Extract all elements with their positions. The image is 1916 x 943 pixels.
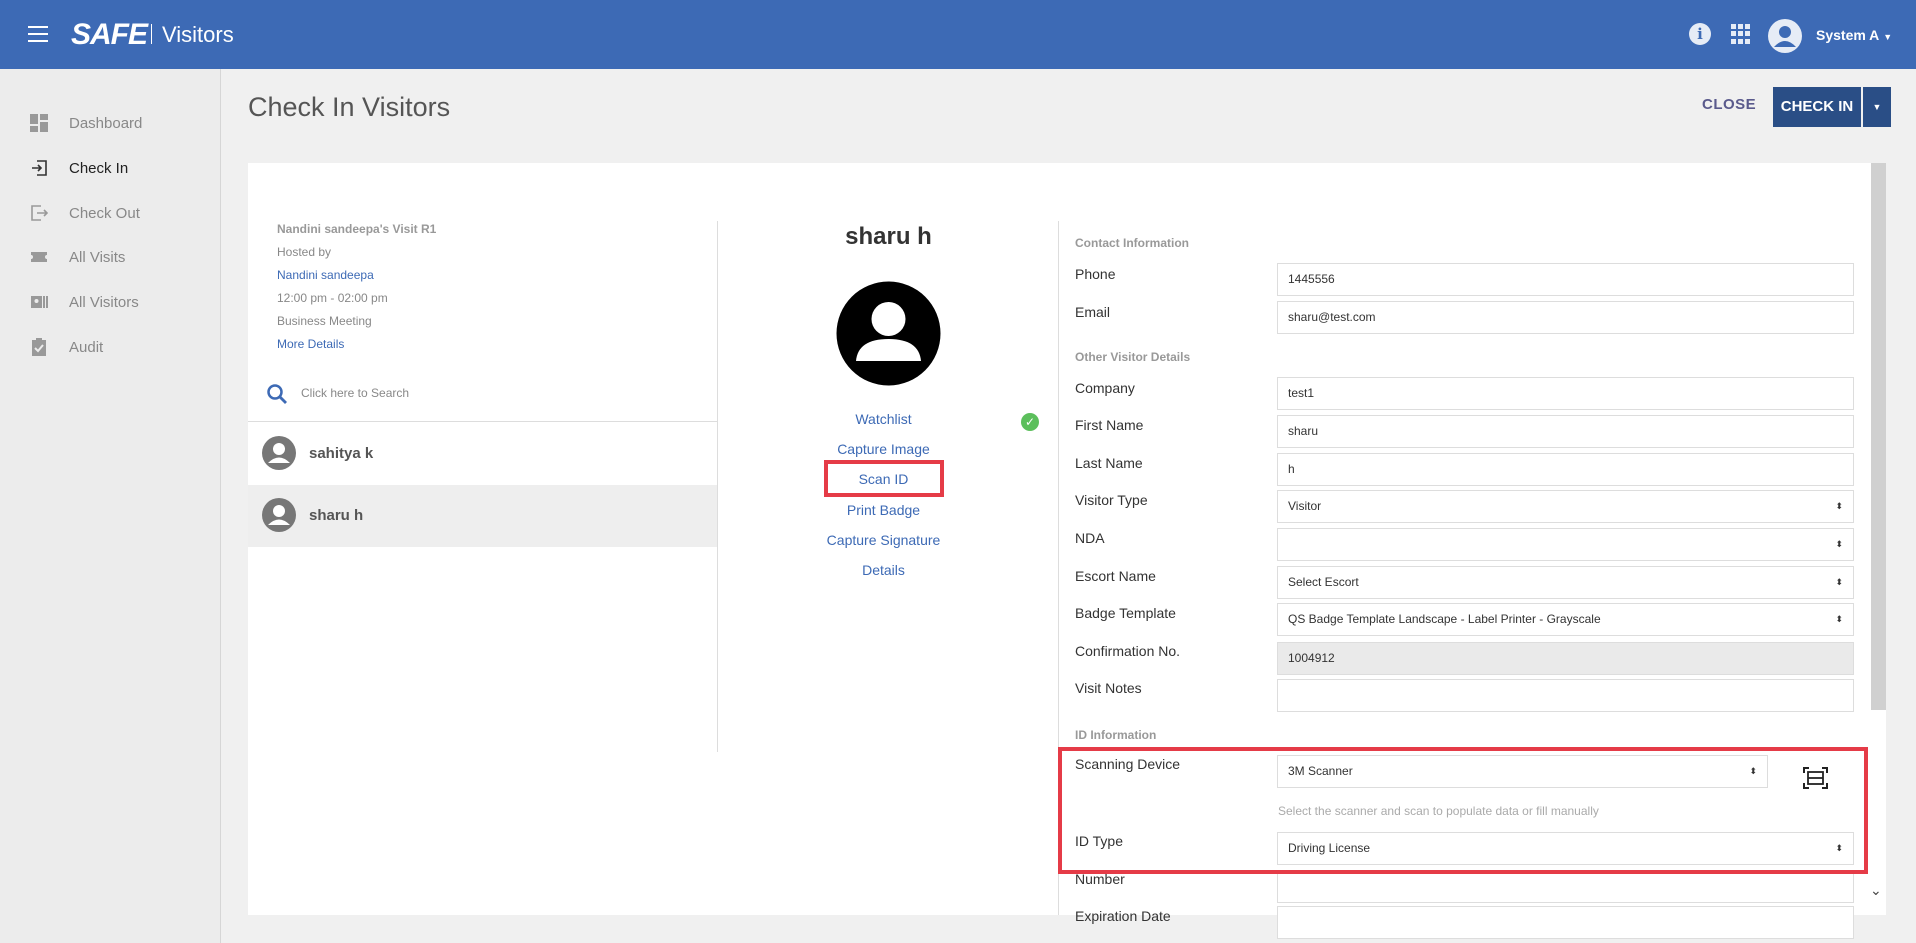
profile-name: sharu h bbox=[845, 223, 932, 250]
search-input[interactable]: Click here to Search bbox=[301, 386, 409, 400]
logout-icon bbox=[31, 205, 48, 221]
ticket-icon bbox=[31, 252, 47, 262]
visitor-name: sharu h bbox=[309, 507, 364, 524]
phone-field[interactable]: 1445556 bbox=[1277, 263, 1854, 296]
highlight-box bbox=[1058, 747, 1868, 874]
print-badge-link[interactable]: Print Badge bbox=[780, 502, 987, 518]
visit-title: Nandini sandeepa's Visit R1 bbox=[277, 222, 437, 236]
visit-type: Business Meeting bbox=[277, 314, 372, 328]
user-name: System A bbox=[1816, 27, 1880, 43]
section-title: ID Information bbox=[1075, 728, 1157, 742]
company-field[interactable]: test1 bbox=[1277, 377, 1854, 410]
search-icon[interactable] bbox=[266, 383, 288, 405]
close-button[interactable]: CLOSE bbox=[1702, 96, 1756, 113]
field-label: Expiration Date bbox=[1075, 908, 1171, 924]
field-label: Confirmation No. bbox=[1075, 643, 1181, 659]
sort-arrows-icon: ⬍ bbox=[1835, 539, 1843, 549]
select-value: Visitor bbox=[1288, 499, 1322, 513]
caret-down-icon: ▼ bbox=[1872, 102, 1882, 112]
sidebar-item-label: Audit bbox=[69, 339, 104, 356]
field-label: Last Name bbox=[1075, 455, 1143, 471]
check-in-button[interactable]: CHECK IN bbox=[1773, 87, 1861, 127]
section-title: Contact Information bbox=[1075, 236, 1189, 250]
sidebar: Dashboard Check In Check Out All Visits … bbox=[0, 69, 221, 943]
sidebar-item-dashboard[interactable]: Dashboard bbox=[0, 103, 221, 143]
sort-arrows-icon: ⬍ bbox=[1835, 577, 1843, 587]
last-name-field[interactable]: h bbox=[1277, 453, 1854, 486]
email-field[interactable]: sharu@test.com bbox=[1277, 301, 1854, 334]
visitor-list-item[interactable]: sharu h bbox=[248, 485, 718, 547]
expiration-date-field[interactable] bbox=[1277, 906, 1854, 939]
visitor-list-item[interactable]: sahitya k bbox=[248, 423, 718, 485]
badge-template-select[interactable]: QS Badge Template Landscape - Label Prin… bbox=[1277, 603, 1854, 636]
chevron-down-icon[interactable]: ⌄ bbox=[1870, 882, 1882, 899]
highlight-box bbox=[824, 460, 944, 497]
visitor-name: sahitya k bbox=[309, 445, 374, 462]
sidebar-item-label: Dashboard bbox=[69, 115, 143, 132]
sidebar-item-check-in[interactable]: Check In bbox=[0, 148, 221, 188]
user-menu[interactable]: System A ▼ bbox=[1816, 27, 1892, 43]
visit-info: Nandini sandeepa's Visit R1 Hosted by Na… bbox=[277, 221, 436, 359]
avatar-icon bbox=[262, 498, 296, 532]
field-label: Phone bbox=[1075, 266, 1116, 282]
field-label: Escort Name bbox=[1075, 568, 1156, 584]
confirmation-number-field: 1004912 bbox=[1277, 642, 1854, 675]
divider bbox=[248, 421, 718, 422]
visitor-type-select[interactable]: Visitor ⬍ bbox=[1277, 490, 1854, 523]
page-title: Check In Visitors bbox=[248, 92, 451, 122]
id-card-icon bbox=[31, 296, 48, 308]
number-field[interactable] bbox=[1277, 870, 1854, 903]
user-avatar-icon[interactable] bbox=[1768, 19, 1802, 53]
nda-select[interactable]: ⬍ bbox=[1277, 528, 1854, 561]
top-bar: SAFE Visitors i System A ▼ bbox=[0, 0, 1916, 69]
sidebar-item-label: All Visitors bbox=[69, 294, 139, 311]
field-label: Badge Template bbox=[1075, 605, 1176, 621]
sidebar-item-all-visitors[interactable]: All Visitors bbox=[0, 282, 221, 322]
field-label: Visit Notes bbox=[1075, 680, 1142, 696]
hosted-by-label: Hosted by bbox=[277, 245, 332, 259]
clipboard-check-icon bbox=[32, 338, 46, 356]
sidebar-item-audit[interactable]: Audit bbox=[0, 327, 221, 367]
details-link[interactable]: Details bbox=[780, 562, 987, 578]
watchlist-link[interactable]: Watchlist bbox=[780, 411, 987, 427]
sort-arrows-icon: ⬍ bbox=[1835, 614, 1843, 624]
capture-signature-link[interactable]: Capture Signature bbox=[780, 532, 987, 548]
section-title: Other Visitor Details bbox=[1075, 350, 1191, 364]
field-label: First Name bbox=[1075, 417, 1144, 433]
first-name-field[interactable]: sharu bbox=[1277, 415, 1854, 448]
field-label: Company bbox=[1075, 380, 1135, 396]
visit-notes-field[interactable] bbox=[1277, 679, 1854, 712]
logo: SAFE bbox=[71, 18, 148, 51]
sidebar-item-label: All Visits bbox=[69, 249, 126, 266]
menu-icon[interactable] bbox=[28, 26, 48, 42]
select-value: QS Badge Template Landscape - Label Prin… bbox=[1288, 612, 1601, 626]
sidebar-item-label: Check Out bbox=[69, 205, 140, 222]
visit-time: 12:00 pm - 02:00 pm bbox=[277, 291, 388, 305]
field-label: Visitor Type bbox=[1075, 492, 1148, 508]
sidebar-item-all-visits[interactable]: All Visits bbox=[0, 237, 221, 277]
avatar-icon bbox=[262, 436, 296, 470]
login-icon bbox=[32, 160, 47, 176]
sidebar-item-label: Check In bbox=[69, 160, 129, 177]
host-link[interactable]: Nandini sandeepa bbox=[277, 267, 436, 290]
info-icon[interactable]: i bbox=[1689, 23, 1711, 45]
check-circle-icon: ✓ bbox=[1021, 413, 1039, 431]
check-in-dropdown-button[interactable]: ▼ bbox=[1863, 87, 1891, 127]
apps-grid-icon[interactable] bbox=[1731, 24, 1751, 44]
field-label: NDA bbox=[1075, 530, 1105, 546]
profile-avatar-icon bbox=[836, 281, 941, 386]
select-value: Select Escort bbox=[1288, 575, 1359, 589]
escort-name-select[interactable]: Select Escort ⬍ bbox=[1277, 566, 1854, 599]
sidebar-item-check-out[interactable]: Check Out bbox=[0, 193, 221, 233]
more-details-link[interactable]: More Details bbox=[277, 336, 436, 359]
logo-divider bbox=[151, 24, 152, 44]
dashboard-icon bbox=[30, 114, 48, 132]
app-name: Visitors bbox=[162, 22, 234, 47]
scrollbar[interactable] bbox=[1871, 163, 1886, 710]
caret-down-icon: ▼ bbox=[1883, 32, 1893, 42]
capture-image-link[interactable]: Capture Image bbox=[780, 441, 987, 457]
column-divider bbox=[717, 221, 718, 752]
sort-arrows-icon: ⬍ bbox=[1835, 501, 1843, 511]
field-label: Email bbox=[1075, 304, 1111, 320]
